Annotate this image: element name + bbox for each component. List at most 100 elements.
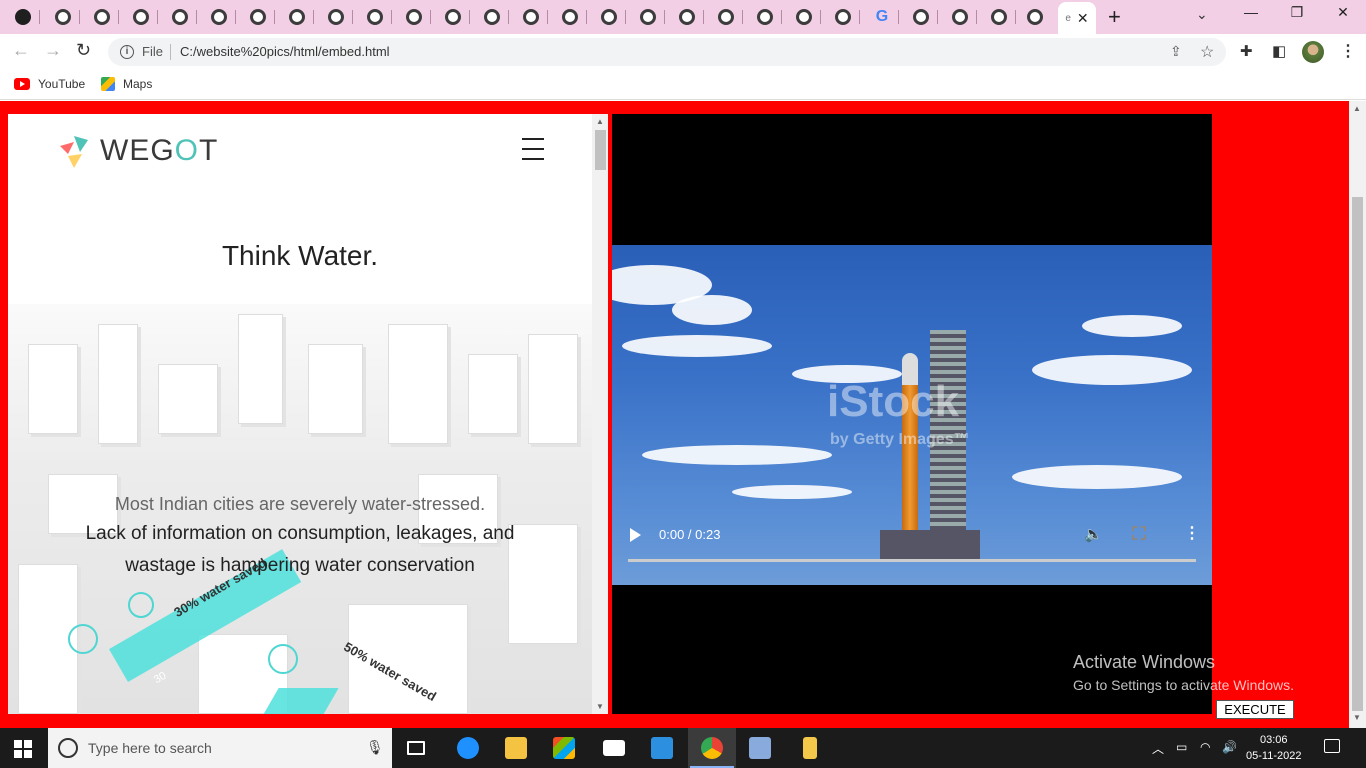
microsoft-store-icon[interactable] bbox=[540, 728, 588, 768]
globe-icon bbox=[562, 9, 578, 25]
globe-icon bbox=[523, 9, 539, 25]
vscode-icon[interactable] bbox=[638, 728, 686, 768]
tab[interactable] bbox=[709, 4, 743, 30]
task-view-icon[interactable] bbox=[392, 728, 440, 768]
forward-button[interactable]: → bbox=[44, 40, 62, 61]
iframe-scrollbar[interactable]: ▲ ▼ bbox=[592, 114, 608, 714]
browser-menu-icon[interactable]: ⋮ bbox=[1340, 41, 1356, 61]
close-window-button[interactable]: ✕ bbox=[1320, 4, 1366, 21]
battery-icon[interactable]: ▭ bbox=[1176, 740, 1187, 754]
profile-avatar[interactable] bbox=[1302, 41, 1324, 63]
active-tab-favicon: e bbox=[1065, 12, 1071, 24]
tab[interactable] bbox=[670, 4, 704, 30]
tab[interactable] bbox=[319, 4, 353, 30]
youtube-icon bbox=[14, 78, 30, 90]
globe-icon bbox=[211, 9, 227, 25]
globe-icon bbox=[328, 9, 344, 25]
globe-icon bbox=[991, 9, 1007, 25]
tab[interactable] bbox=[163, 4, 197, 30]
globe-icon bbox=[1027, 9, 1043, 25]
bookmark-label: YouTube bbox=[38, 77, 86, 91]
execute-button[interactable]: EXECUTE bbox=[1216, 700, 1294, 719]
tab[interactable] bbox=[553, 4, 587, 30]
globe-icon bbox=[796, 9, 812, 25]
tab[interactable] bbox=[592, 4, 626, 30]
info-icon[interactable]: i bbox=[120, 45, 134, 59]
play-icon[interactable] bbox=[630, 528, 641, 542]
bookmark-maps[interactable]: Maps bbox=[101, 77, 152, 91]
tab[interactable] bbox=[475, 4, 509, 30]
notification-icon[interactable] bbox=[1324, 739, 1340, 753]
tab[interactable] bbox=[85, 4, 119, 30]
extensions-puzzle-icon[interactable]: ✚ bbox=[1240, 42, 1253, 60]
microphone-icon[interactable]: 🎙 bbox=[366, 739, 384, 756]
tray-chevron-icon[interactable]: ︿ bbox=[1152, 740, 1164, 757]
tab[interactable] bbox=[124, 4, 158, 30]
tab[interactable] bbox=[46, 4, 80, 30]
windows-start-icon[interactable] bbox=[14, 740, 32, 758]
edge-icon[interactable] bbox=[444, 728, 492, 768]
tab[interactable] bbox=[787, 4, 821, 30]
app-icon[interactable] bbox=[736, 728, 784, 768]
video-options-icon[interactable]: ⋮ bbox=[1184, 523, 1200, 543]
fullscreen-icon[interactable] bbox=[1132, 526, 1146, 540]
github-icon bbox=[15, 9, 31, 25]
tab[interactable] bbox=[1018, 4, 1052, 30]
video-progress-bar[interactable] bbox=[628, 559, 1196, 562]
tab[interactable] bbox=[436, 4, 470, 30]
system-clock[interactable]: 03:06 05-11-2022 bbox=[1246, 732, 1301, 764]
tab-search-chevron-icon[interactable]: ⌄ bbox=[1196, 6, 1208, 23]
chrome-icon[interactable] bbox=[688, 728, 736, 768]
tab[interactable] bbox=[982, 4, 1016, 30]
close-tab-icon[interactable]: ✕ bbox=[1077, 10, 1089, 27]
tab[interactable] bbox=[748, 4, 782, 30]
reload-button[interactable]: ↻ bbox=[76, 40, 91, 61]
windows-taskbar: Type here to search 🎙 ︿ ▭ ◠ 🔊 03:06 05-1… bbox=[0, 728, 1366, 768]
wegot-logo[interactable]: WEGOT bbox=[54, 132, 218, 170]
globe-icon bbox=[367, 9, 383, 25]
folder-icon[interactable] bbox=[786, 728, 834, 768]
embedded-iframe[interactable]: WEGOT Think Water. 30% water saved 50% w… bbox=[8, 114, 608, 714]
globe-icon bbox=[406, 9, 422, 25]
mail-icon[interactable] bbox=[590, 728, 638, 768]
tab[interactable] bbox=[943, 4, 977, 30]
wegot-logo-mark-icon bbox=[54, 132, 92, 170]
file-explorer-icon[interactable] bbox=[492, 728, 540, 768]
tab[interactable] bbox=[631, 4, 665, 30]
tab[interactable] bbox=[904, 4, 938, 30]
volume-icon[interactable]: 🔈 bbox=[1084, 525, 1103, 543]
minimize-button[interactable]: — bbox=[1228, 4, 1274, 20]
browser-toolbar: ← → ↻ i File C:/website%20pics/html/embe… bbox=[0, 34, 1366, 70]
globe-icon bbox=[445, 9, 461, 25]
share-icon[interactable]: ⇪ bbox=[1170, 43, 1182, 60]
tab-google[interactable]: G bbox=[865, 4, 899, 30]
globe-icon bbox=[952, 9, 968, 25]
tab[interactable] bbox=[358, 4, 392, 30]
tab[interactable] bbox=[280, 4, 314, 30]
bookmark-youtube[interactable]: YouTube bbox=[14, 77, 85, 91]
tab[interactable] bbox=[514, 4, 548, 30]
wifi-icon[interactable]: ◠ bbox=[1200, 740, 1210, 754]
cortana-icon bbox=[58, 738, 78, 758]
restore-button[interactable]: ❐ bbox=[1274, 4, 1320, 21]
globe-icon bbox=[172, 9, 188, 25]
tab-active[interactable]: e ✕ bbox=[1058, 2, 1096, 34]
taskbar-search[interactable]: Type here to search 🎙 bbox=[48, 728, 392, 768]
tab-github[interactable] bbox=[6, 4, 40, 30]
address-bar[interactable]: i File C:/website%20pics/html/embed.html… bbox=[108, 38, 1226, 66]
tab[interactable] bbox=[397, 4, 431, 30]
back-button[interactable]: ← bbox=[12, 40, 30, 61]
side-panel-icon[interactable]: ◧ bbox=[1272, 42, 1286, 60]
tab[interactable] bbox=[826, 4, 860, 30]
url-text[interactable]: C:/website%20pics/html/embed.html bbox=[180, 44, 390, 59]
video-player[interactable]: iStock by Getty Images™ 0:00 / 0:23 🔈 ⋮ bbox=[612, 114, 1212, 714]
new-tab-button[interactable]: + bbox=[1108, 6, 1121, 28]
hamburger-menu-icon[interactable] bbox=[522, 138, 544, 168]
bookmark-star-icon[interactable]: ☆ bbox=[1200, 42, 1214, 62]
page-scrollbar[interactable]: ▲ ▼ bbox=[1349, 101, 1366, 728]
activate-subtitle: Go to Settings to activate Windows. bbox=[1073, 677, 1294, 693]
tab[interactable] bbox=[202, 4, 236, 30]
clock-date: 05-11-2022 bbox=[1246, 750, 1302, 762]
speaker-icon[interactable]: 🔊 bbox=[1222, 740, 1237, 754]
tab[interactable] bbox=[241, 4, 275, 30]
